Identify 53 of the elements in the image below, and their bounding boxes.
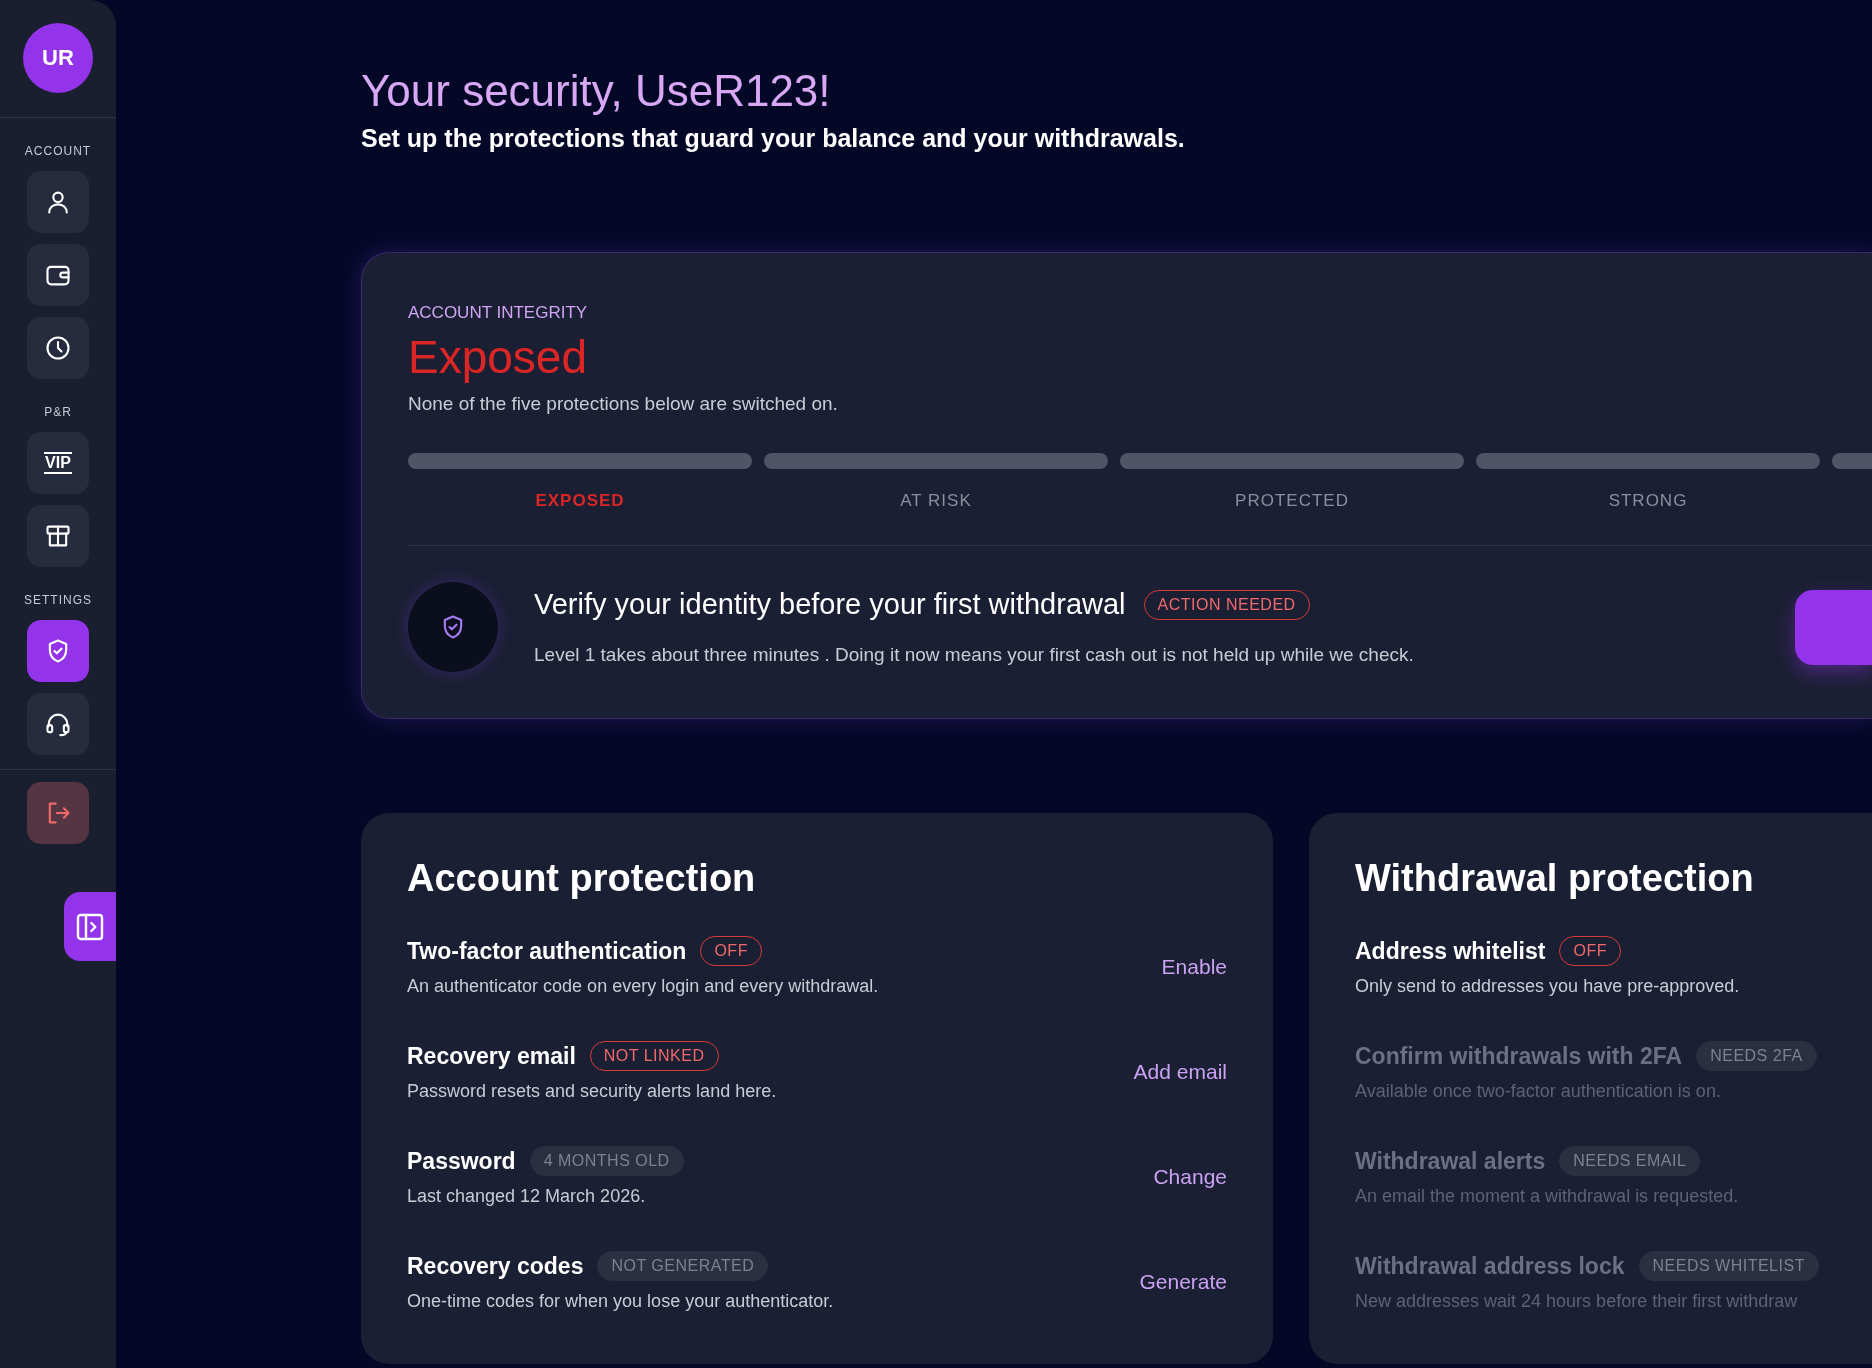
sidebar-item[interactable] (27, 693, 89, 755)
sidebar-item[interactable] (27, 620, 89, 682)
verify-button[interactable] (1795, 589, 1872, 665)
level-label: AT RISK (900, 491, 972, 511)
notice-title: Verify your identity before your first withdrawal (534, 588, 1126, 621)
page-title: Your security, UseR123! (361, 66, 832, 116)
setting-title: Recovery codes (407, 1252, 584, 1280)
sidebar-toggle-button[interactable] (64, 892, 116, 961)
status-badge: NOT GENERATED (597, 1251, 769, 1281)
integrity-description: None of the five protections below are switched on. (408, 393, 839, 415)
section-label: P&R (44, 405, 72, 419)
setting-title: Confirm withdrawals with 2FA (1355, 1042, 1683, 1070)
status-badge: NEEDS 2FA (1696, 1041, 1817, 1071)
sidebar-item[interactable] (27, 244, 89, 306)
setting-description: Password resets and security alerts land here. (407, 1081, 778, 1102)
clock-icon (44, 334, 72, 362)
action-link[interactable]: Change (1153, 1160, 1227, 1193)
avatar[interactable]: UR (23, 23, 93, 93)
setting-description: New addresses wait 24 hours before their first withdraw (1355, 1291, 1799, 1312)
card-eyebrow: ACCOUNT INTEGRITY (408, 303, 589, 323)
card-title: Withdrawal protection (1355, 857, 1755, 900)
sidebar-item[interactable] (27, 171, 89, 233)
level-label: EXPOSED (535, 491, 625, 511)
sidebar-item[interactable]: VIP (27, 432, 89, 494)
status-badge: NEEDS WHITELIST (1638, 1251, 1819, 1281)
setting-title: Withdrawal alerts (1355, 1147, 1546, 1175)
setting-title: Two-factor authentication (407, 937, 687, 965)
page-subtitle: Set up the protections that guard your balance and your withdrawals. (361, 124, 1186, 153)
setting-title: Recovery email (407, 1042, 576, 1070)
setting-title: Address whitelist (1355, 937, 1546, 965)
notice-description: Level 1 takes about three minutes . Doing it now means your first cash out is not held up while we check. (534, 644, 1415, 666)
section-label: SETTINGS (24, 593, 92, 607)
action-link[interactable]: Generate (1139, 1265, 1227, 1298)
card-title: Account protection (407, 857, 757, 900)
setting-description: Last changed 12 March 2026. (407, 1186, 647, 1207)
setting-description: Available once two-factor authentication is on. (1355, 1081, 1722, 1102)
logout-button[interactable] (27, 782, 89, 844)
status-badge: 4 MONTHS OLD (529, 1146, 684, 1176)
setting-title: Withdrawal address lock (1355, 1252, 1625, 1280)
sidebar-item[interactable] (27, 505, 89, 567)
setting-description: Only send to addresses you have pre-approved. (1355, 976, 1741, 997)
integrity-status: Exposed (408, 330, 588, 384)
level-label: PROTECTED (1235, 491, 1349, 511)
setting-description: An authenticator code on every login and every withdrawal. (407, 976, 880, 997)
status-badge: NEEDS EMAIL (1559, 1146, 1701, 1176)
action-link[interactable]: Add email (1133, 1055, 1227, 1088)
setting-description: An email the moment a withdrawal is requested. (1355, 1186, 1740, 1207)
sidebar-item[interactable] (27, 317, 89, 379)
setting-title: Password (407, 1147, 516, 1175)
section-label: ACCOUNT (24, 144, 92, 158)
level-label: STRONG (1608, 491, 1688, 511)
setting-description: One-time codes for when you lose your authenticator. (407, 1291, 835, 1312)
action-link[interactable]: Enable (1161, 950, 1227, 983)
